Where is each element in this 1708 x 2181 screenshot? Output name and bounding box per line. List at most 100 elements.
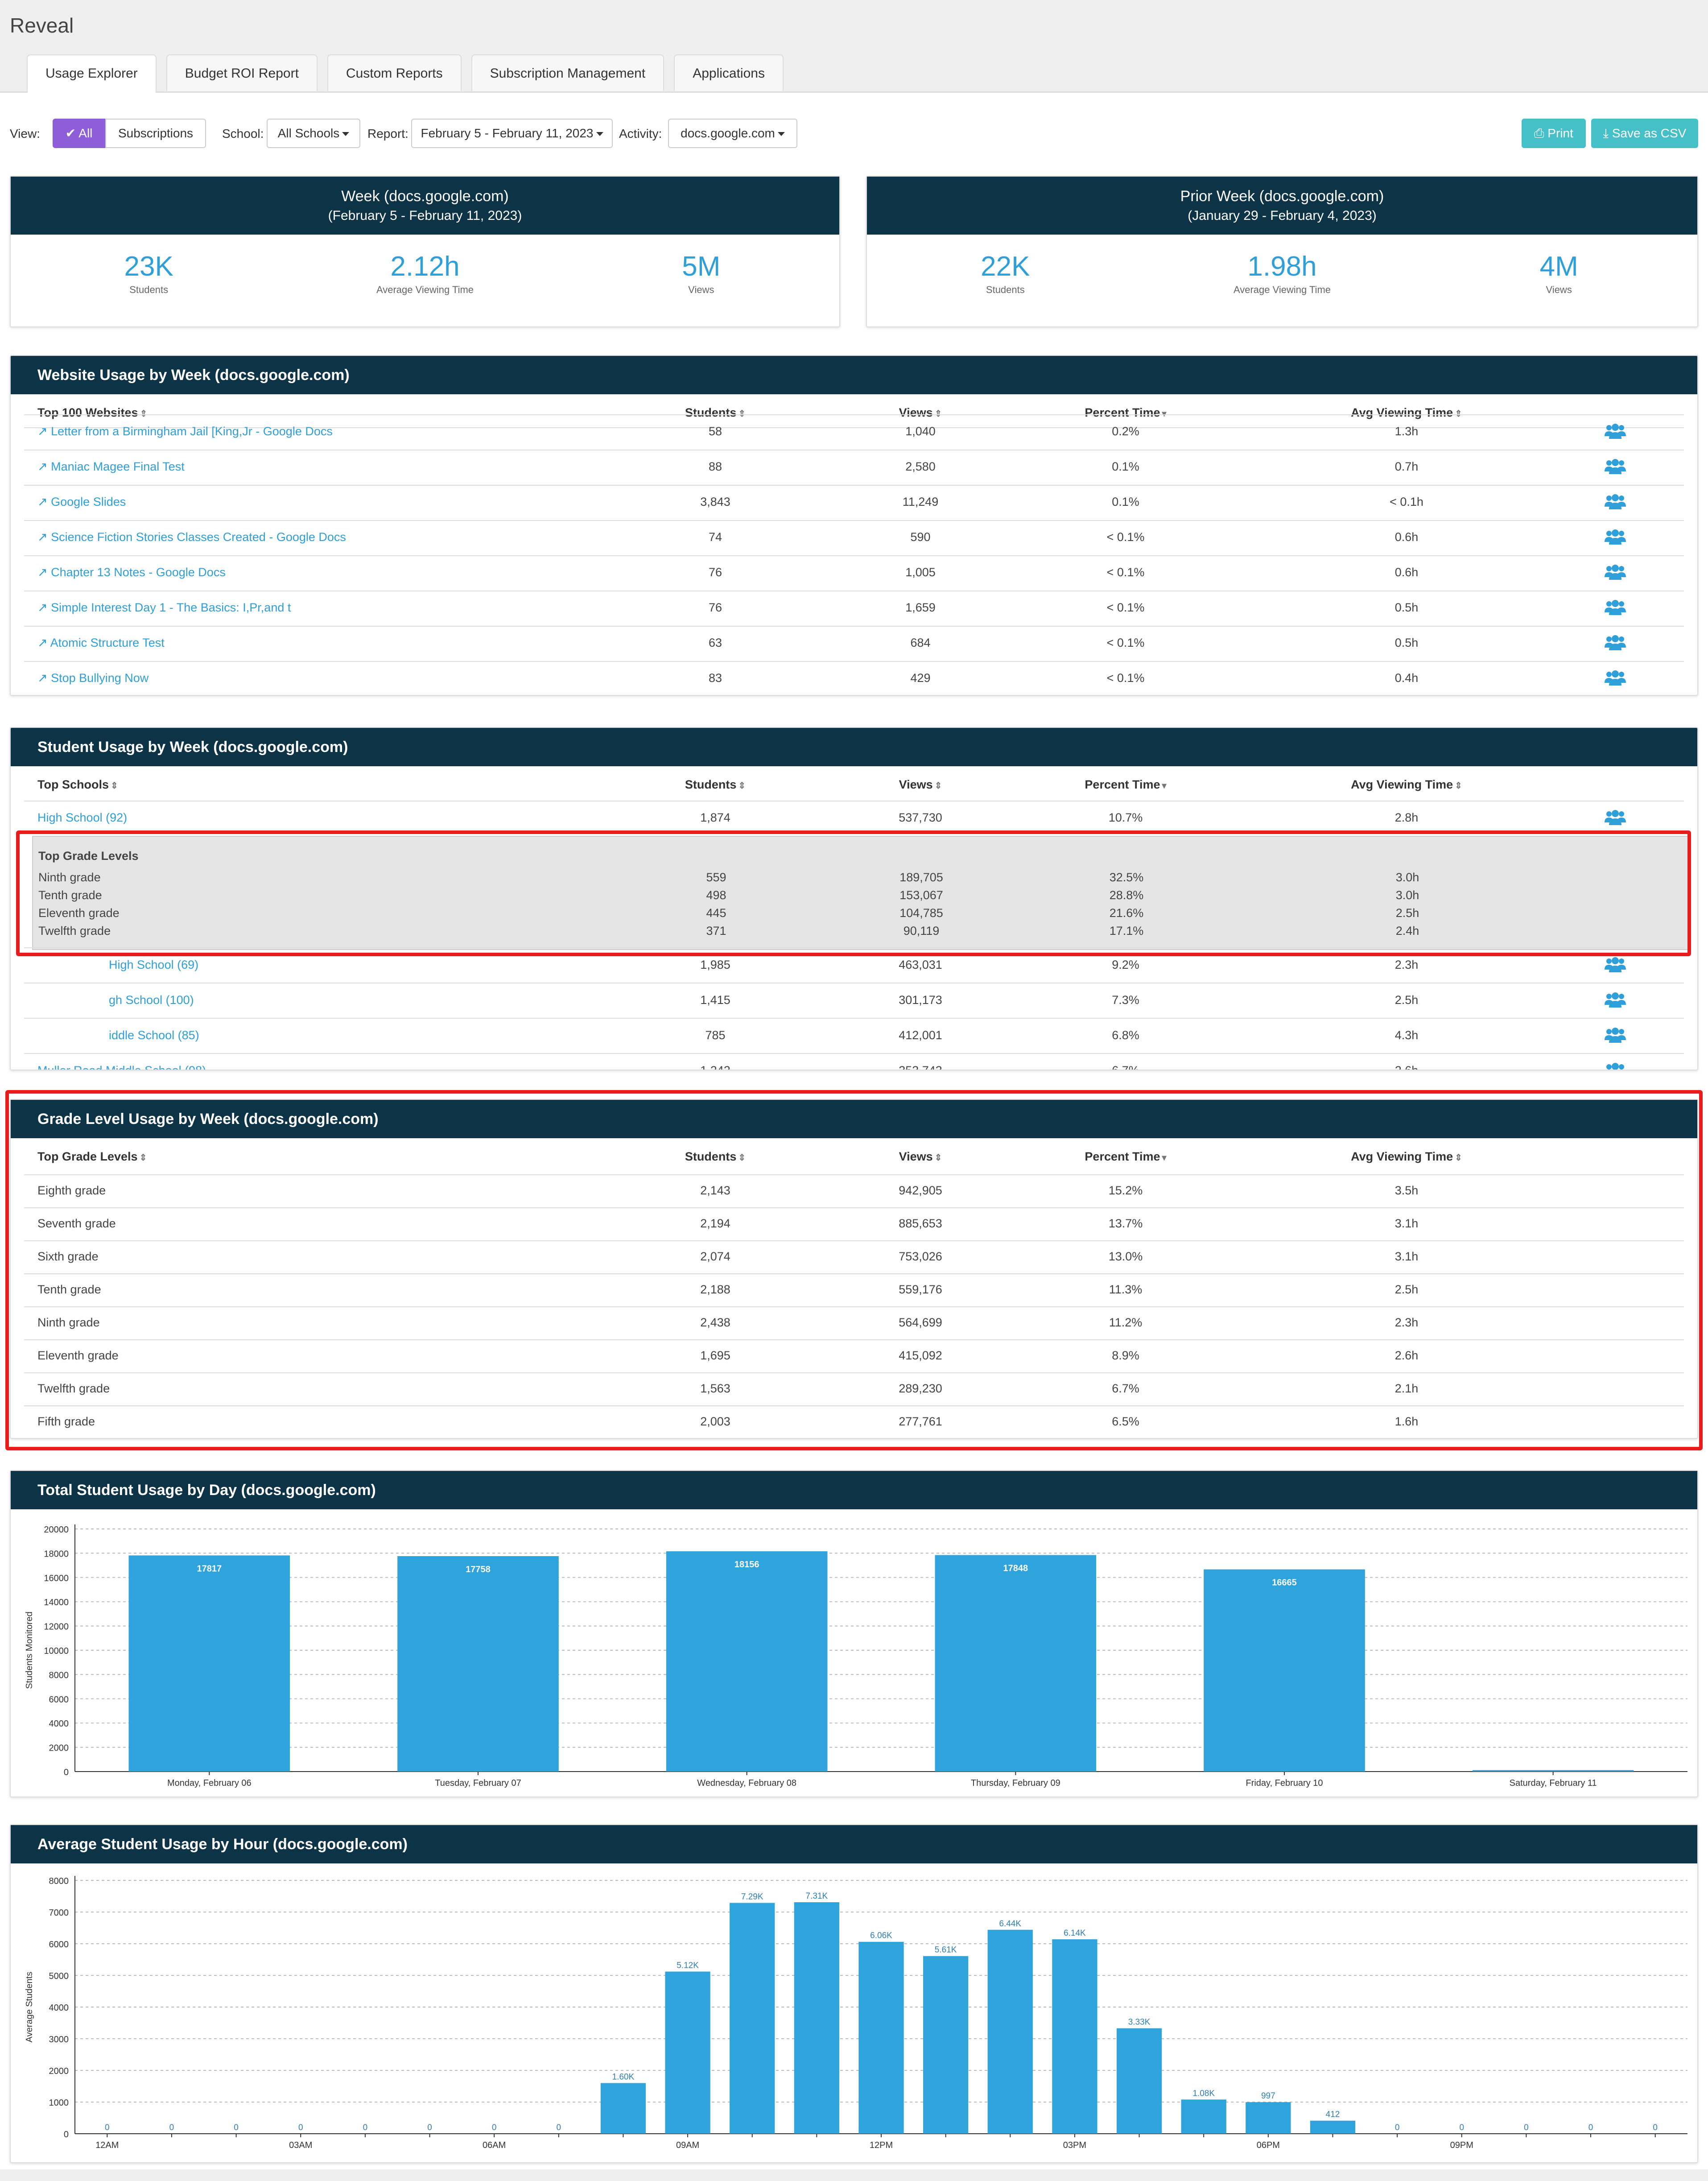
save-csv-button[interactable]: ⤓ Save as CSV <box>1591 119 1698 148</box>
row-name[interactable]: Muller Road Middle School (98) <box>37 1064 206 1070</box>
tab-budget-roi-report[interactable]: Budget ROI Report <box>166 54 318 91</box>
y-tick-label: 12000 <box>44 1622 69 1632</box>
row-value: 3,843 <box>700 495 730 508</box>
top-bar: Reveal Usage Explorer Budget ROI Report … <box>0 0 1708 93</box>
row-value: 353,743 <box>899 1064 942 1070</box>
prior-week-title: Prior Week (docs.google.com) <box>1180 188 1384 205</box>
users-icon[interactable] <box>1605 529 1626 545</box>
row-name[interactable]: gh School (100) <box>109 993 194 1007</box>
row-name[interactable]: ↗ Letter from a Birmingham Jail [King,Jr… <box>37 425 333 438</box>
x-tick-label: Tuesday, February 07 <box>435 1778 521 1788</box>
row-name[interactable]: ↗ Atomic Structure Test <box>37 636 165 650</box>
activity-dropdown[interactable]: docs.google.com <box>668 119 797 148</box>
data-label: 17848 <box>1003 1564 1028 1574</box>
report-dropdown[interactable]: February 5 - February 11, 2023 <box>411 119 613 148</box>
print-button[interactable]: ⎙ Print <box>1522 119 1586 148</box>
row-name[interactable]: iddle School (85) <box>109 1029 199 1042</box>
row-value: 0.1% <box>1112 460 1139 473</box>
week-range: (February 5 - February 11, 2023) <box>328 208 522 223</box>
y-tick-label: 1000 <box>49 2098 69 2108</box>
activity-label: Activity: <box>619 127 662 140</box>
view-subscriptions-button[interactable]: Subscriptions <box>105 119 206 148</box>
highlight-box <box>5 1090 1703 1450</box>
row-name[interactable]: ↗ Simple Interest Day 1 - The Basics: I,… <box>37 601 291 615</box>
footer-bar <box>0 2169 1708 2181</box>
users-icon[interactable] <box>1605 493 1626 509</box>
view-all-button[interactable]: ✔ All <box>53 119 105 148</box>
external-link-icon: ↗ <box>37 460 51 473</box>
row-name[interactable]: High School (92) <box>37 811 127 825</box>
bar <box>1181 2099 1226 2134</box>
stat-views: 5M Views <box>682 251 721 295</box>
row-name[interactable]: ↗ Chapter 13 Notes - Google Docs <box>37 566 226 579</box>
row-name[interactable]: High School (69) <box>109 958 198 972</box>
col-header-avg-viewing-time[interactable]: Avg Viewing Time ⇕ <box>1340 778 1473 792</box>
caret-down-icon <box>342 132 350 136</box>
tab-subscription-management[interactable]: Subscription Management <box>471 54 664 91</box>
row-value: 429 <box>910 671 931 685</box>
row-name[interactable]: ↗ Google Slides <box>37 495 126 509</box>
school-label: School: <box>222 127 264 140</box>
users-icon[interactable] <box>1605 991 1626 1008</box>
users-icon[interactable] <box>1605 1027 1626 1043</box>
users-icon[interactable] <box>1605 634 1626 650</box>
col-header-views[interactable]: Views ⇕ <box>854 778 987 792</box>
tab-custom-reports[interactable]: Custom Reports <box>327 54 462 91</box>
users-icon[interactable] <box>1605 669 1626 686</box>
y-tick-label: 0 <box>64 2130 69 2140</box>
col-header-name[interactable]: Top Schools ⇕ <box>37 778 118 792</box>
row-value: 9.2% <box>1112 958 1139 971</box>
bar <box>923 1956 969 2134</box>
sort-icon: ⇕ <box>934 781 942 791</box>
data-label: 0 <box>1459 2123 1464 2132</box>
x-tick-label: 09AM <box>676 2140 699 2150</box>
hourly-usage-chart: 0 1000 2000 3000 4000 5000 6000 7000 8000 Average… <box>25 1876 1687 2150</box>
row-value: 684 <box>910 636 931 649</box>
users-icon[interactable] <box>1605 458 1626 474</box>
external-link-icon: ↗ <box>37 636 50 649</box>
y-tick-label: 7000 <box>49 1908 69 1918</box>
users-icon[interactable] <box>1605 1062 1626 1070</box>
users-icon[interactable] <box>1605 599 1626 615</box>
x-tick-label: Monday, February 06 <box>167 1778 252 1788</box>
view-label: View: <box>10 127 40 140</box>
daily-usage-title: Total Student Usage by Day (docs.google.… <box>11 1471 1697 1509</box>
tab-usage-explorer[interactable]: Usage Explorer <box>27 54 157 93</box>
external-link-icon: ↗ <box>37 495 51 508</box>
row-value: < 0.1% <box>1106 601 1145 614</box>
y-axis-label: Students Monitored <box>25 1611 34 1689</box>
bar <box>600 2083 646 2134</box>
school-dropdown[interactable]: All Schools <box>267 119 360 148</box>
prior-week-summary-card: Prior Week (docs.google.com) (January 29… <box>866 176 1698 327</box>
data-label: 0 <box>557 2123 561 2132</box>
row-name[interactable]: ↗ Maniac Magee Final Test <box>37 460 185 474</box>
data-label: 0 <box>169 2123 174 2132</box>
users-icon[interactable] <box>1605 564 1626 580</box>
users-icon[interactable] <box>1605 956 1626 972</box>
external-link-icon: ↗ <box>37 601 51 614</box>
tab-bar: Usage Explorer Budget ROI Report Custom … <box>27 54 784 93</box>
y-tick-label: 10000 <box>44 1646 69 1656</box>
stat-avg-viewing-time: 1.98h Average Viewing Time <box>1233 251 1331 295</box>
row-value: 6.7% <box>1112 1064 1139 1070</box>
bar <box>1052 1939 1097 2134</box>
filter-bar: View: ✔ All Subscriptions School: All Sc… <box>10 119 1698 151</box>
row-value: 58 <box>708 425 722 438</box>
bar <box>1246 2102 1291 2134</box>
bar <box>665 1971 710 2134</box>
bar <box>666 1551 828 1772</box>
data-label: 0 <box>298 2123 303 2132</box>
col-header-students[interactable]: Students ⇕ <box>648 778 782 792</box>
users-icon[interactable] <box>1605 809 1626 825</box>
data-label: 412 <box>1326 2110 1340 2119</box>
row-name[interactable]: ↗ Stop Bullying Now <box>37 671 149 685</box>
daily-usage-chart-card: Total Student Usage by Day (docs.google.… <box>10 1470 1698 1797</box>
row-value: 590 <box>910 530 931 544</box>
tab-applications[interactable]: Applications <box>674 54 784 91</box>
download-icon: ⤓ <box>1603 126 1612 140</box>
row-name[interactable]: ↗ Science Fiction Stories Classes Create… <box>37 530 346 544</box>
student-usage-title: Student Usage by Week (docs.google.com) <box>11 728 1697 766</box>
col-header-percent-time[interactable]: Percent Time ▾ <box>1059 778 1192 792</box>
y-tick-label: 4000 <box>49 1719 69 1729</box>
users-icon[interactable] <box>1605 423 1626 439</box>
